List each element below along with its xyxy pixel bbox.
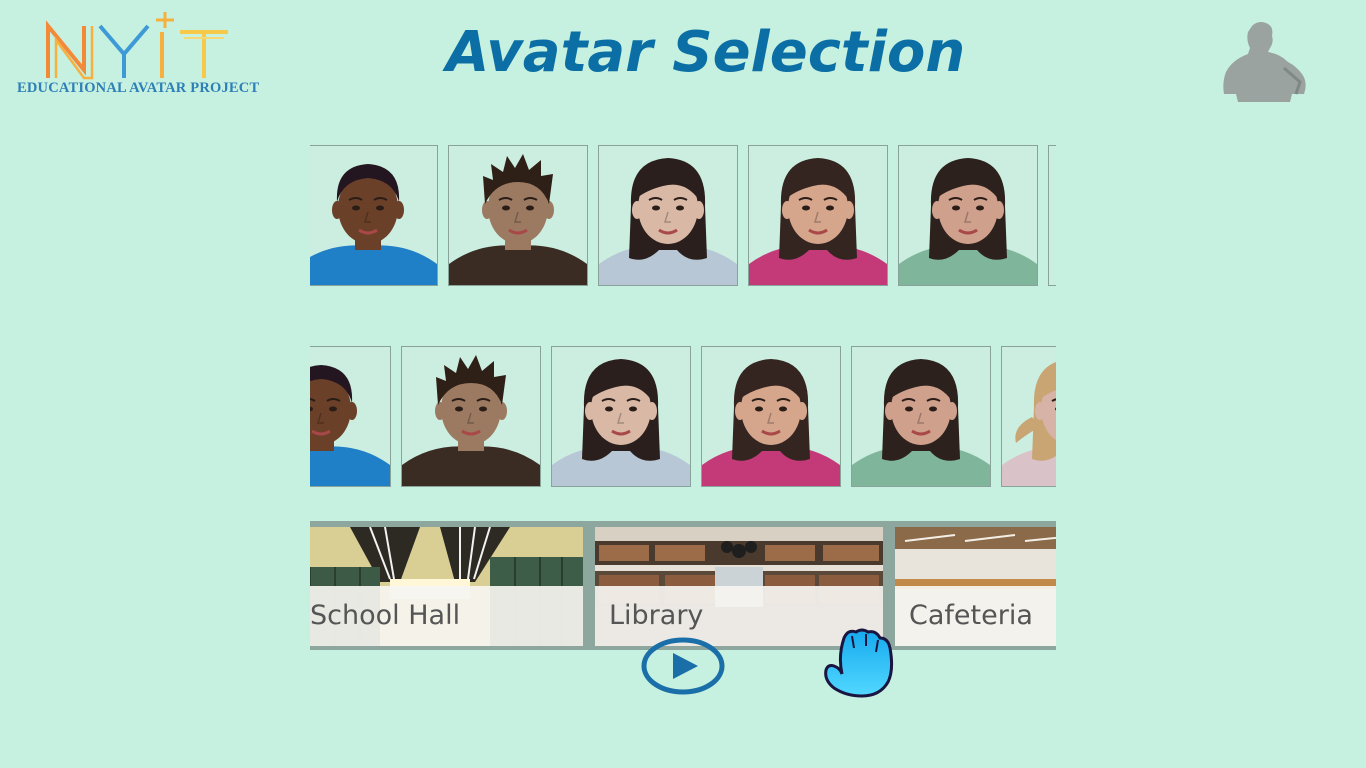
avatar-portrait-icon [702, 347, 840, 486]
avatar-portrait-icon [310, 347, 390, 486]
avatar-carousel-row-1[interactable] [310, 145, 1056, 286]
scene-label-cafeteria: Cafeteria [895, 586, 1056, 646]
scene-label-school-hall: School Hall [310, 586, 583, 646]
avatar-tile-boy-spiky-brown-shirt[interactable] [448, 145, 588, 286]
play-button[interactable] [640, 636, 726, 696]
scene-carousel[interactable]: School Hall Library Cafeteria [310, 521, 1056, 650]
avatar-tile-girl-light-top[interactable] [551, 346, 691, 487]
nyit-wordmark-icon [46, 12, 228, 80]
avatar-portrait-icon [552, 347, 690, 486]
avatar-portrait-icon [599, 146, 737, 285]
avatar-tile-girl-green-top[interactable] [898, 145, 1038, 286]
avatar-portrait-icon [852, 347, 990, 486]
avatar-portrait-icon [449, 146, 587, 285]
avatar-tile-girl-pink-top[interactable] [701, 346, 841, 487]
hand-cursor-icon [824, 628, 894, 698]
user-silhouette-icon[interactable] [1222, 20, 1308, 102]
avatar-tile-girl-pink-top[interactable] [748, 145, 888, 286]
avatar-tile-girl-green-top[interactable] [851, 346, 991, 487]
page-title: Avatar Selection [446, 20, 966, 85]
avatar-tile-boy-dark-blue-shirt[interactable] [310, 145, 438, 286]
avatar-tile-girl-light-top[interactable] [598, 145, 738, 286]
logo-subtitle: EDUCATIONAL AVATAR PROJECT [17, 80, 260, 96]
avatar-tile-partial[interactable] [1048, 145, 1056, 286]
avatar-carousel-row-2[interactable] [310, 346, 1056, 487]
avatar-tile-girl-blonde-ponytail[interactable] [1001, 346, 1056, 487]
scene-school-hall[interactable]: School Hall [310, 527, 583, 646]
avatar-tile-boy-spiky-brown-shirt[interactable] [401, 346, 541, 487]
play-icon [673, 653, 698, 679]
avatar-portrait-icon [1002, 347, 1056, 486]
nyit-logo: EDUCATIONAL AVATAR PROJECT [14, 6, 259, 98]
avatar-portrait-icon [402, 347, 540, 486]
avatar-portrait-icon [749, 146, 887, 285]
avatar-tile-boy-dark-blue-shirt[interactable] [310, 346, 391, 487]
avatar-portrait-icon [310, 146, 437, 285]
avatar-portrait-icon [899, 146, 1037, 285]
scene-cafeteria[interactable]: Cafeteria [895, 527, 1056, 646]
